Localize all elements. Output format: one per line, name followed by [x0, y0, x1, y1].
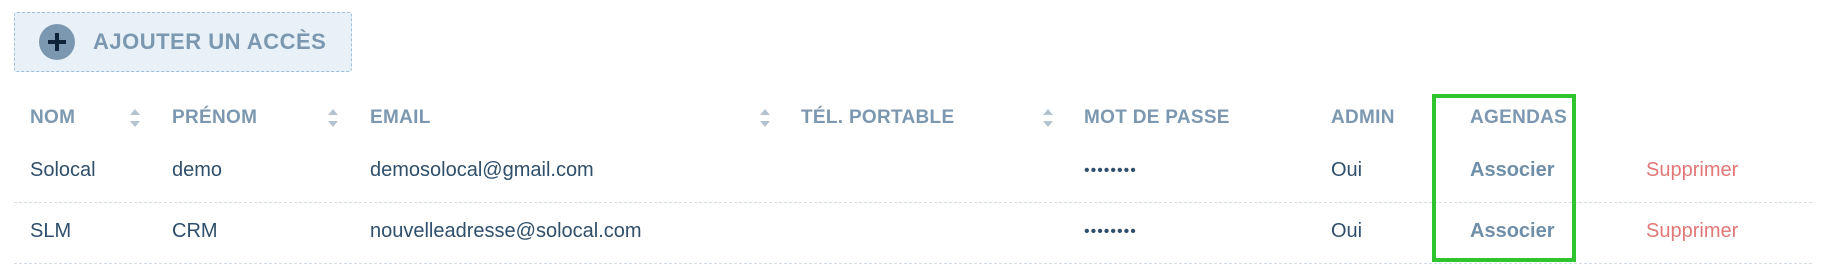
column-header-password: MOT DE PASSE	[1084, 107, 1230, 128]
row-divider	[14, 263, 1812, 264]
column-header-tel[interactable]: TÉL. PORTABLE	[801, 107, 954, 129]
cell-email: nouvelleadresse@solocal.com	[370, 220, 642, 242]
delete-link[interactable]: Supprimer	[1646, 159, 1738, 182]
sort-icon[interactable]	[760, 109, 770, 127]
plus-circle-icon	[39, 24, 75, 60]
column-header-admin: ADMIN	[1331, 107, 1395, 128]
sort-icon[interactable]	[130, 109, 140, 127]
cell-prenom: demo	[172, 159, 223, 181]
cell-admin: Oui	[1331, 159, 1363, 181]
column-header-email[interactable]: EMAIL	[370, 107, 431, 129]
sort-icon[interactable]	[328, 109, 338, 127]
delete-link[interactable]: Supprimer	[1646, 220, 1738, 243]
cell-email: demosolocal@gmail.com	[370, 159, 594, 181]
cell-nom: SLM	[30, 220, 72, 242]
cell-password: ••••••••	[1084, 223, 1137, 240]
column-header-nom[interactable]: NOM	[30, 107, 75, 129]
add-access-button[interactable]: AJOUTER UN ACCÈS	[14, 12, 352, 72]
column-header-prenom[interactable]: PRÉNOM	[172, 107, 257, 129]
add-access-label: AJOUTER UN ACCÈS	[93, 29, 327, 54]
sort-icon[interactable]	[1043, 109, 1053, 127]
cell-nom: Solocal	[30, 159, 96, 181]
cell-prenom: CRM	[172, 220, 218, 242]
cell-admin: Oui	[1331, 220, 1363, 242]
agendas-column-highlight	[1432, 94, 1576, 262]
cell-password: ••••••••	[1084, 162, 1137, 179]
